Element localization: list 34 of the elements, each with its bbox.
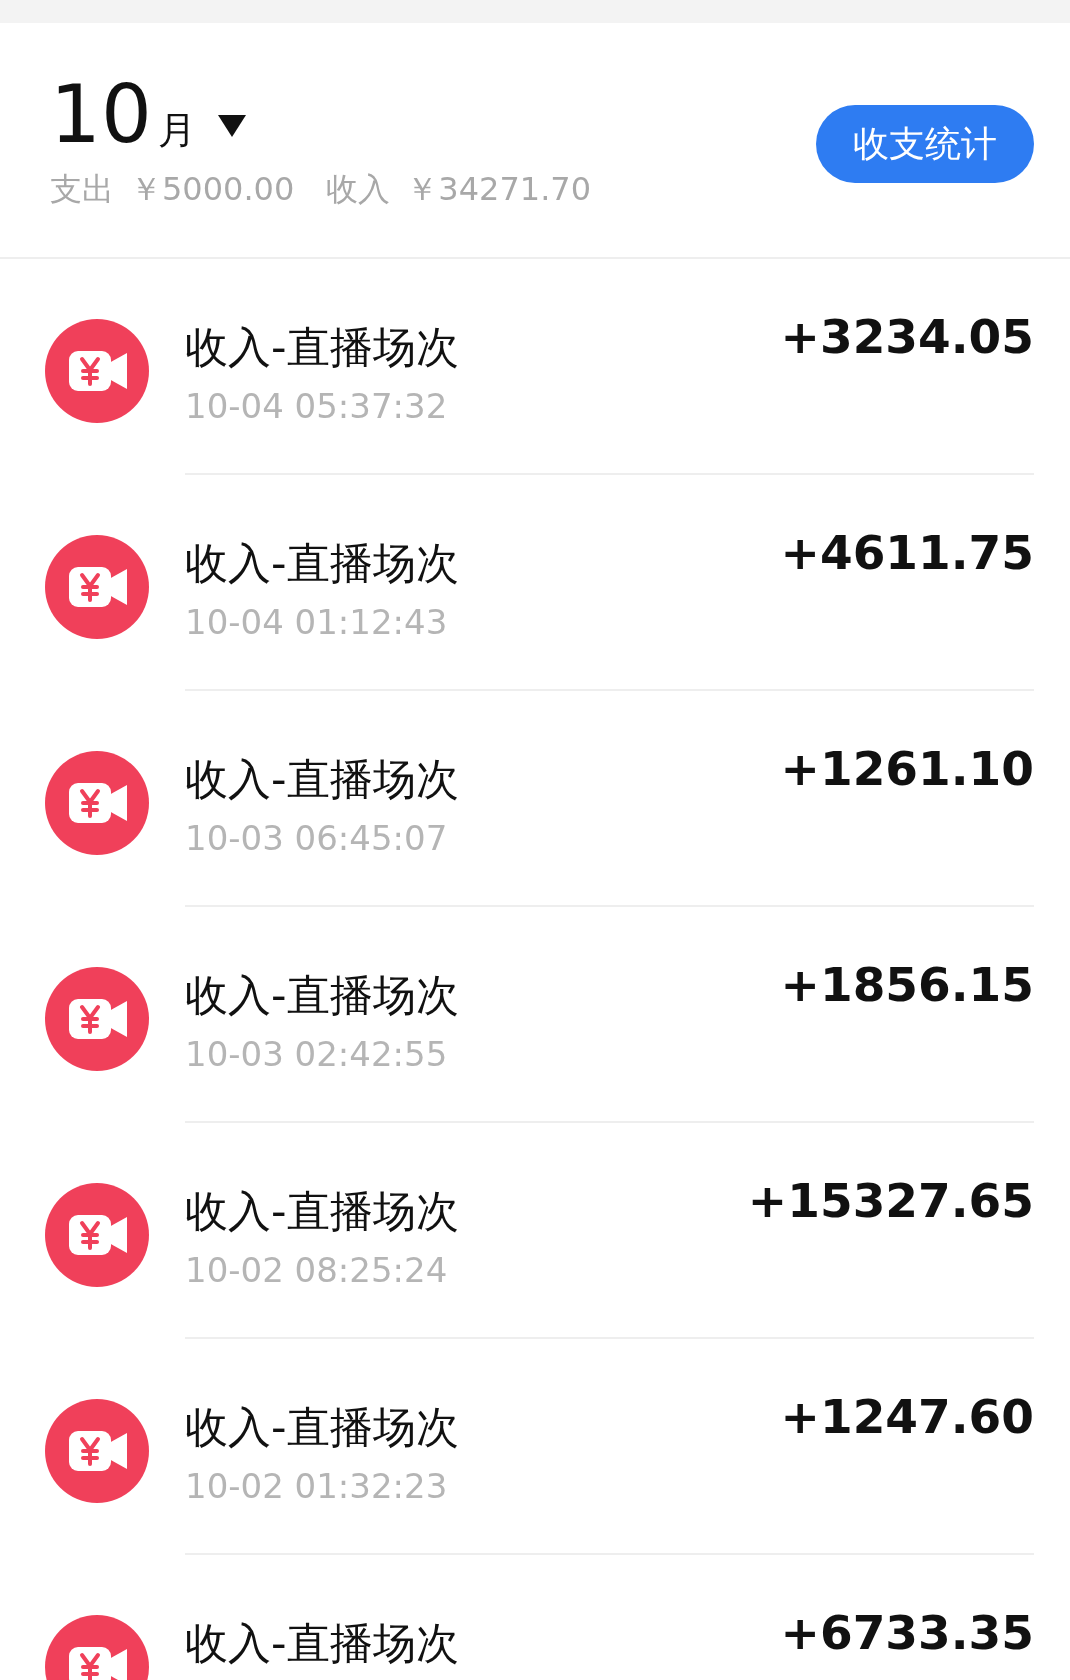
transaction-time: 10-03 06:45:07 <box>185 817 449 860</box>
dropdown-triangle-icon[interactable] <box>217 115 246 137</box>
camera-icon <box>45 967 149 1071</box>
transaction-amount: +6733.35 <box>780 1604 1034 1662</box>
summary-label: 收入 <box>326 169 391 210</box>
month-number[interactable]: 10 <box>50 75 152 155</box>
transaction-amount: +4611.75 <box>780 524 1034 582</box>
camera-icon <box>45 319 149 423</box>
camera-icon <box>45 751 149 855</box>
transaction-time: 10-04 05:37:32 <box>185 385 449 428</box>
summary-label: 支出 <box>50 169 114 210</box>
transaction-title: 收入-直播场次 <box>185 1617 459 1670</box>
transaction-time: 10-03 02:42:55 <box>185 1033 449 1076</box>
summary-amount: ￥34271.70 <box>406 169 591 210</box>
transaction-amount: +1856.15 <box>780 956 1034 1014</box>
month-unit[interactable]: 月 <box>157 105 196 155</box>
transaction-title: 收入-直播场次 <box>185 1185 459 1238</box>
camera-icon <box>45 1399 149 1503</box>
transaction-amount: +1261.10 <box>780 740 1034 798</box>
camera-icon <box>45 1183 149 1287</box>
stats-button[interactable]: 收支统计 <box>816 105 1034 183</box>
transaction-time: 10-04 01:12:43 <box>185 601 449 644</box>
transaction-amount: +1247.60 <box>780 1388 1034 1446</box>
transaction-amount: +3234.05 <box>780 308 1034 366</box>
transaction-time: 10-02 08:25:24 <box>185 1249 449 1292</box>
camera-icon <box>45 535 149 639</box>
transaction-title: 收入-直播场次 <box>185 321 459 374</box>
transaction-time: 10-02 01:32:23 <box>185 1465 449 1508</box>
transaction-title: 收入-直播场次 <box>185 537 459 590</box>
summary-amount: ￥5000.00 <box>130 169 295 210</box>
transaction-amount: +15327.65 <box>747 1172 1034 1230</box>
transaction-title: 收入-直播场次 <box>185 1401 459 1454</box>
transaction-title: 收入-直播场次 <box>185 753 459 806</box>
transaction-title: 收入-直播场次 <box>185 969 459 1022</box>
